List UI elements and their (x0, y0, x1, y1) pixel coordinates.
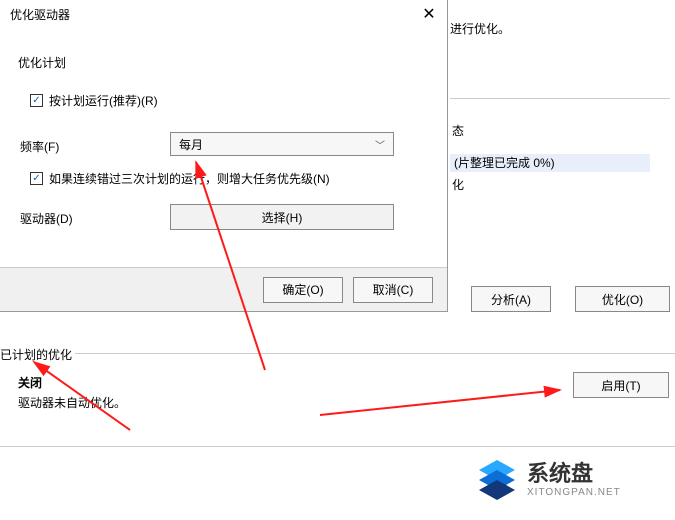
run-on-schedule-checkbox[interactable]: ✓ 按计划运行(推荐)(R) (30, 92, 158, 109)
back-hint-text: 进行优化。 (450, 20, 510, 37)
optimize-button[interactable]: 优化(O) (575, 286, 670, 312)
drives-label: 驱动器(D) (20, 210, 73, 227)
back-divider (450, 98, 670, 99)
frequency-value: 每月 (179, 136, 203, 153)
divider (75, 353, 675, 354)
dialog-title: 优化驱动器 (10, 6, 70, 23)
status-row-selected[interactable]: (片整理已完成 0%) (450, 154, 650, 172)
run-on-schedule-label: 按计划运行(推荐)(R) (49, 92, 158, 109)
choose-drives-button[interactable]: 选择(H) (170, 204, 394, 230)
scheduled-status: 关闭 (18, 374, 42, 391)
optimize-schedule-dialog: 优化驱动器 ✕ 优化计划 ✓ 按计划运行(推荐)(R) 频率(F) 每月 ﹀ ✓… (0, 0, 448, 312)
chevron-down-icon: ﹀ (375, 137, 385, 152)
dialog-footer: 确定(O) 取消(C) (0, 267, 447, 311)
increase-priority-checkbox[interactable]: ✓ 如果连续错过三次计划的运行，则增大任务优先级(N) (30, 170, 330, 187)
watermark: 系统盘 XITONGPAN.NET (475, 458, 621, 502)
cancel-button[interactable]: 取消(C) (353, 277, 433, 303)
status-column-header: 态 (452, 122, 464, 139)
checkbox-icon: ✓ (30, 94, 43, 107)
enable-button[interactable]: 启用(T) (573, 372, 669, 398)
logo-icon (475, 458, 519, 502)
status-row: 化 (452, 176, 464, 193)
scheduled-description: 驱动器未自动优化。 (18, 394, 126, 411)
ok-button[interactable]: 确定(O) (263, 277, 343, 303)
checkbox-icon: ✓ (30, 172, 43, 185)
watermark-cn: 系统盘 (527, 462, 621, 486)
close-icon[interactable]: ✕ (419, 4, 439, 24)
increase-priority-label: 如果连续错过三次计划的运行，则增大任务优先级(N) (49, 170, 330, 187)
divider (0, 446, 675, 447)
scheduled-section-title: 已计划的优化 (0, 346, 72, 363)
frequency-select[interactable]: 每月 ﹀ (170, 132, 394, 156)
analyze-button[interactable]: 分析(A) (471, 286, 551, 312)
watermark-en: XITONGPAN.NET (527, 487, 621, 498)
frequency-label: 频率(F) (20, 138, 59, 155)
section-title: 优化计划 (18, 54, 66, 71)
